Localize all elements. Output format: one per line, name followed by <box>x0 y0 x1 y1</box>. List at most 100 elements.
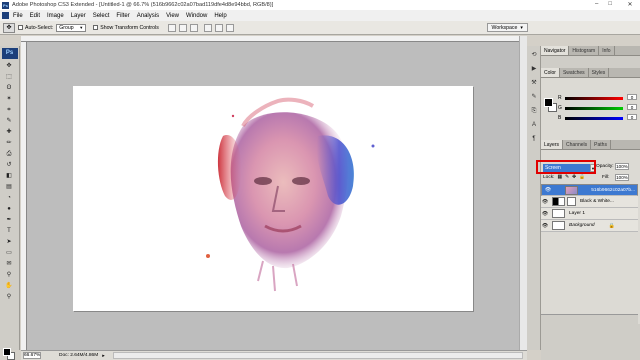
red-value[interactable]: 0 <box>627 94 637 100</box>
foreground-color-swatch[interactable] <box>3 348 11 356</box>
menu-edit[interactable]: Edit <box>30 13 40 19</box>
tab-navigator[interactable]: Navigator <box>541 46 570 55</box>
eye-icon[interactable]: 👁 <box>541 211 549 217</box>
crop-icon[interactable]: ⌗ <box>5 106 13 114</box>
ps-menu-icon[interactable] <box>2 12 9 19</box>
close-button[interactable]: ✕ <box>622 1 638 8</box>
tab-color[interactable]: Color <box>541 68 560 77</box>
tab-styles[interactable]: Styles <box>589 68 610 77</box>
layer-row-photo[interactable]: 👁 516b9662c02a07b... <box>541 184 638 196</box>
shape-icon[interactable]: ▭ <box>5 249 13 257</box>
history-brush-icon[interactable]: ↺ <box>5 161 13 169</box>
zoom-icon[interactable]: ⚲ <box>5 293 13 301</box>
menu-layer[interactable]: Layer <box>71 13 86 19</box>
title-bar: Ps Adobe Photoshop CS3 Extended - [Untit… <box>0 0 640 10</box>
align-top-icon[interactable] <box>167 23 176 32</box>
align-right-icon[interactable] <box>225 23 234 32</box>
gradient-icon[interactable]: ▤ <box>5 183 13 191</box>
transform-controls-checkbox[interactable]: Show Transform Controls <box>93 25 159 31</box>
color-panel: R 0 G 0 B 0 <box>541 78 640 140</box>
align-bottom-icon[interactable] <box>189 23 198 32</box>
workspace-button[interactable]: Workspace ▾ <box>486 23 528 32</box>
actions-icon[interactable]: ▶ <box>529 65 539 74</box>
type-icon[interactable]: T <box>5 227 13 235</box>
layer-row-layer1[interactable]: 👁 Layer 1 <box>541 208 638 220</box>
brush-icon[interactable]: ✏ <box>5 139 13 147</box>
menu-help[interactable]: Help <box>214 13 226 19</box>
paragraph-icon[interactable]: ¶ <box>529 135 539 144</box>
clone-icon[interactable]: ⎙ <box>5 150 13 158</box>
maximize-button[interactable]: □ <box>608 1 612 8</box>
tab-channels[interactable]: Channels <box>563 140 592 149</box>
fill-field[interactable]: 100% <box>615 174 629 181</box>
lock-all-icon[interactable]: 🔒 <box>579 175 585 180</box>
color-tabs: Color Swatches Styles <box>541 68 640 78</box>
slice-icon[interactable]: ✎ <box>5 117 13 125</box>
tool-presets-icon[interactable]: ⚒ <box>529 79 539 88</box>
move-icon[interactable]: ✥ <box>5 62 13 70</box>
blue-slider[interactable] <box>565 117 623 120</box>
magic-wand-icon[interactable]: ✶ <box>5 95 13 103</box>
notes-icon[interactable]: ✉ <box>5 260 13 268</box>
layer-row-black-white[interactable]: 👁 Black & White... <box>541 196 638 208</box>
red-slider[interactable] <box>565 97 623 100</box>
hand-icon[interactable]: ✋ <box>5 282 13 290</box>
auto-select-checkbox[interactable]: Auto-Select: <box>18 25 53 31</box>
blue-value[interactable]: 0 <box>627 114 637 120</box>
history-icon[interactable]: ⟲ <box>529 51 539 60</box>
menu-view[interactable]: View <box>166 13 179 19</box>
layers-footer <box>541 314 638 324</box>
photoshop-window: Ps Adobe Photoshop CS3 Extended - [Untit… <box>0 0 640 360</box>
tab-layers[interactable]: Layers <box>541 140 564 149</box>
character-icon[interactable]: A <box>529 121 539 130</box>
path-select-icon[interactable]: ➤ <box>5 238 13 246</box>
healing-icon[interactable]: ✚ <box>5 128 13 136</box>
move-tool-preset-icon[interactable]: ✥ <box>3 22 15 33</box>
green-slider[interactable] <box>565 107 623 110</box>
minimize-button[interactable]: – <box>595 1 598 8</box>
tab-paths[interactable]: Paths <box>591 140 611 149</box>
align-middle-icon[interactable] <box>178 23 187 32</box>
lock-transparent-icon[interactable]: ▦ <box>557 175 562 180</box>
brushes-icon[interactable]: ✎ <box>529 93 539 102</box>
menu-select[interactable]: Select <box>93 13 110 19</box>
auto-select-value: Group <box>59 24 74 31</box>
lasso-icon[interactable]: ʘ <box>5 84 13 92</box>
dodge-icon[interactable]: ● <box>5 205 13 213</box>
eye-icon[interactable]: 👁 <box>541 223 549 229</box>
zoom-level-field[interactable]: 66.67% <box>23 352 41 359</box>
menu-filter[interactable]: Filter <box>116 13 129 19</box>
highlight-box <box>536 160 596 174</box>
menu-analysis[interactable]: Analysis <box>137 13 159 19</box>
pen-icon[interactable]: ✒ <box>5 216 13 224</box>
green-value[interactable]: 0 <box>627 104 637 110</box>
document-canvas[interactable] <box>73 86 473 311</box>
eraser-icon[interactable]: ◧ <box>5 172 13 180</box>
vertical-scrollbar[interactable] <box>519 36 527 350</box>
horizontal-scrollbar[interactable] <box>112 352 523 359</box>
lock-position-icon[interactable]: ✥ <box>572 175 576 180</box>
menu-file[interactable]: File <box>13 13 23 19</box>
align-center-icon[interactable] <box>214 23 223 32</box>
blur-icon[interactable]: ◔ <box>5 194 13 202</box>
layer-row-background[interactable]: 👁 Background 🔒 <box>541 220 638 232</box>
marquee-icon[interactable]: ⬚ <box>5 73 13 81</box>
align-left-icon[interactable] <box>203 23 212 32</box>
tab-swatches[interactable]: Swatches <box>560 68 589 77</box>
tab-histogram[interactable]: Histogram <box>569 46 600 55</box>
auto-select-label: Auto-Select: <box>25 24 54 31</box>
eye-icon[interactable]: 👁 <box>544 187 552 193</box>
clone-source-icon[interactable]: ⎘ <box>529 107 539 116</box>
color-panel-foreground-swatch[interactable] <box>544 98 553 107</box>
menu-window[interactable]: Window <box>186 13 207 19</box>
menu-image[interactable]: Image <box>47 13 64 19</box>
tab-info[interactable]: Info <box>599 46 615 55</box>
checkbox-icon <box>18 24 23 30</box>
status-menu-arrow[interactable]: ▸ <box>102 353 105 359</box>
auto-select-dropdown[interactable]: Group ▼ <box>56 23 87 32</box>
eyedropper-icon[interactable]: ⚲ <box>5 271 13 279</box>
lock-image-icon[interactable]: ✎ <box>565 175 569 180</box>
eye-icon[interactable]: 👁 <box>541 199 549 205</box>
opacity-field[interactable]: 100% <box>615 163 629 170</box>
opacity-label: Opacity: <box>596 164 614 169</box>
